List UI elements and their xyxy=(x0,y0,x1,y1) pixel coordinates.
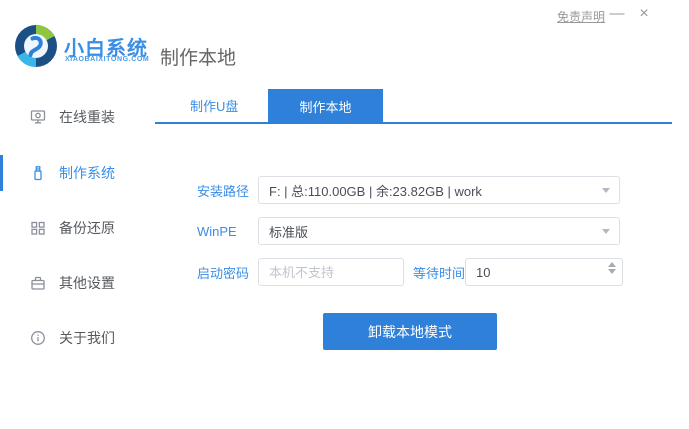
close-button[interactable]: × xyxy=(634,4,654,24)
wait-time-label: 等待时间 xyxy=(413,263,465,282)
tab-make-local[interactable]: 制作本地 xyxy=(268,89,383,123)
backup-grid-icon xyxy=(30,220,46,236)
winpe-value: 标准版 xyxy=(269,222,308,241)
monitor-reinstall-icon xyxy=(30,109,46,125)
page-title: 制作本地 xyxy=(160,43,236,70)
stepper-down-icon[interactable] xyxy=(608,269,616,274)
usb-drive-icon xyxy=(30,165,46,181)
disclaimer-link[interactable]: 免责声明 xyxy=(557,8,605,25)
tab-underline xyxy=(155,122,672,124)
install-path-value: F: | 总:110.00GB | 余:23.82GB | work xyxy=(269,181,482,200)
uninstall-local-mode-button[interactable]: 卸载本地模式 xyxy=(323,313,497,350)
stepper-up-icon[interactable] xyxy=(608,262,616,267)
app-window: 免责声明 — × 小白系统 XIAOBAIXITONG.COM 制作本地 在线重… xyxy=(0,0,689,429)
toolbox-icon xyxy=(30,275,46,291)
sidebar-item-other-settings[interactable]: 其他设置 xyxy=(0,265,150,301)
info-circle-icon xyxy=(30,330,46,346)
tab-make-usb[interactable]: 制作U盘 xyxy=(190,96,238,115)
boot-password-label: 启动密码 xyxy=(197,263,258,282)
stepper-arrows xyxy=(608,262,616,274)
install-path-label: 安装路径 xyxy=(197,181,258,200)
sidebar-item-label: 制作系统 xyxy=(59,163,115,183)
winpe-label: WinPE xyxy=(197,224,258,239)
sidebar-item-make-system[interactable]: 制作系统 xyxy=(0,155,150,191)
sidebar-item-label: 其他设置 xyxy=(59,273,115,293)
boot-password-input[interactable] xyxy=(258,258,404,286)
chevron-down-icon xyxy=(602,229,610,234)
wait-time-input[interactable] xyxy=(465,258,623,286)
minimize-button[interactable]: — xyxy=(607,4,627,24)
sidebar-item-label: 关于我们 xyxy=(59,328,115,348)
chevron-down-icon xyxy=(602,188,610,193)
sidebar-item-about-us[interactable]: 关于我们 xyxy=(0,320,150,356)
wait-time-stepper xyxy=(465,258,623,286)
sidebar-item-label: 备份还原 xyxy=(59,218,115,238)
brand-domain: XIAOBAIXITONG.COM xyxy=(65,56,149,63)
install-path-select[interactable]: F: | 总:110.00GB | 余:23.82GB | work xyxy=(258,176,620,204)
winpe-row: WinPE 标准版 xyxy=(197,217,620,245)
app-logo-icon xyxy=(13,23,59,69)
sidebar-item-label: 在线重装 xyxy=(59,107,115,127)
winpe-select[interactable]: 标准版 xyxy=(258,217,620,245)
sidebar-item-backup-restore[interactable]: 备份还原 xyxy=(0,210,150,246)
boot-password-row: 启动密码 等待时间 xyxy=(197,258,623,286)
install-path-row: 安装路径 F: | 总:110.00GB | 余:23.82GB | work xyxy=(197,176,620,204)
sidebar-item-online-reinstall[interactable]: 在线重装 xyxy=(0,99,150,135)
